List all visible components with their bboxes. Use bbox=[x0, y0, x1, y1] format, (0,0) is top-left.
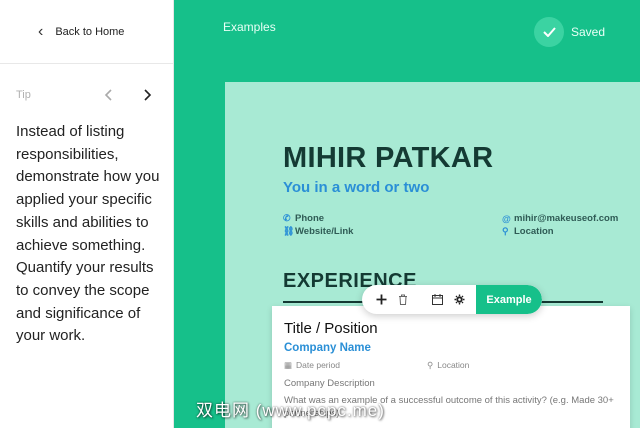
gear-icon[interactable] bbox=[448, 289, 470, 311]
date-period[interactable]: ▦ Date period bbox=[284, 360, 340, 371]
contact-location[interactable]: ⚲ Location bbox=[502, 226, 554, 237]
phone-label: Phone bbox=[295, 213, 325, 224]
tip-label: Tip bbox=[16, 89, 31, 101]
tip-header: Tip bbox=[16, 86, 156, 104]
back-to-home-label: Back to Home bbox=[55, 25, 125, 38]
location-pin-icon: ⚲ bbox=[502, 226, 509, 236]
company-name[interactable]: Company Name bbox=[284, 342, 371, 354]
resume-page: MIHIR PATKAR You in a word or two ✆ Phon… bbox=[225, 82, 640, 428]
email-label: mihir@makeuseof.com bbox=[514, 213, 619, 224]
next-tip-button[interactable] bbox=[138, 86, 156, 104]
entry-location-label: Location bbox=[437, 360, 470, 370]
saved-status: Saved bbox=[534, 17, 605, 47]
watermark: 双电网 (www.pcpc.me) bbox=[196, 401, 385, 420]
job-title[interactable]: Title / Position bbox=[284, 320, 378, 337]
at-icon: @ bbox=[502, 213, 511, 224]
company-description[interactable]: Company Description bbox=[284, 378, 375, 389]
calendar-icon: ▦ bbox=[284, 360, 293, 370]
trash-icon[interactable] bbox=[392, 289, 414, 311]
resume-tagline[interactable]: You in a word or two bbox=[283, 179, 429, 196]
chevron-left-icon: ‹ bbox=[38, 22, 44, 40]
sidebar: ‹ Back to Home Tip Instead of listing re… bbox=[0, 0, 174, 428]
link-icon: ⛓ bbox=[283, 226, 295, 236]
previous-tip-button[interactable] bbox=[100, 86, 118, 104]
tip-text: Instead of listing responsibilities, dem… bbox=[16, 123, 160, 345]
location-pin-icon: ⚲ bbox=[427, 360, 434, 370]
resume-name[interactable]: MIHIR PATKAR bbox=[283, 142, 493, 175]
plus-icon[interactable] bbox=[370, 289, 392, 311]
back-to-home-button[interactable]: ‹ Back to Home bbox=[0, 0, 173, 64]
location-label: Location bbox=[514, 226, 554, 237]
saved-label: Saved bbox=[571, 25, 606, 39]
entry-toolbar: Example bbox=[362, 285, 542, 314]
entry-location[interactable]: ⚲ Location bbox=[427, 360, 469, 371]
check-icon bbox=[534, 17, 564, 47]
chevron-right-icon bbox=[144, 89, 152, 101]
phone-icon: ✆ bbox=[283, 213, 291, 223]
website-label: Website/Link bbox=[295, 226, 354, 237]
contact-website[interactable]: ⛓ Website/Link bbox=[283, 226, 353, 237]
chevron-left-icon bbox=[104, 89, 112, 101]
calendar-icon[interactable] bbox=[426, 289, 448, 311]
example-button[interactable]: Example bbox=[476, 285, 542, 314]
contact-email[interactable]: @ mihir@makeuseof.com bbox=[502, 213, 618, 224]
date-period-label: Date period bbox=[296, 360, 340, 370]
contact-phone[interactable]: ✆ Phone bbox=[283, 213, 324, 224]
examples-link[interactable]: Examples bbox=[223, 20, 276, 34]
